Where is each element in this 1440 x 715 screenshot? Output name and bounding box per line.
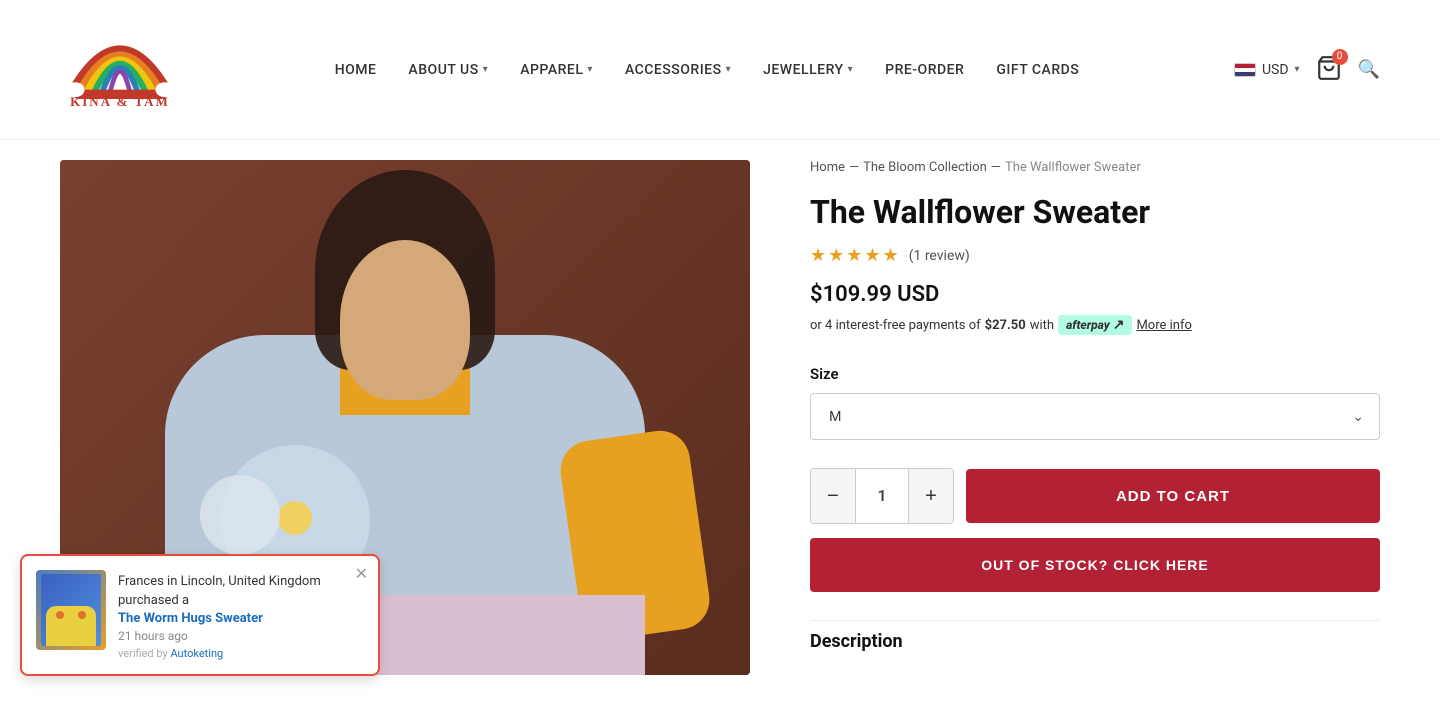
nav-accessories[interactable]: ACCESSORIES ▾ (625, 62, 731, 78)
quantity-value: 1 (855, 469, 909, 523)
star-rating: ★★★★★ (810, 245, 901, 266)
currency-label: USD (1262, 62, 1289, 78)
size-selector: XS S M L XL XXL ⌄ (810, 393, 1380, 440)
notification-footer: verified by Autoketing (118, 647, 364, 660)
product-details-column: Home — The Bloom Collection — The Wallfl… (810, 160, 1380, 675)
add-to-cart-row: − 1 + ADD TO CART (810, 468, 1380, 524)
size-label: Size (810, 365, 1380, 383)
nav-gift-cards[interactable]: GIFT CARDS (996, 62, 1079, 78)
notification-time: 21 hours ago (118, 629, 364, 643)
cart-button[interactable]: 0 (1316, 55, 1342, 85)
product-title: The Wallflower Sweater (810, 193, 1380, 231)
chevron-down-icon: ▾ (726, 64, 732, 75)
afterpay-text: or 4 interest-free payments of (810, 318, 981, 333)
chevron-down-icon: ▾ (848, 64, 854, 75)
quantity-decrease-button[interactable]: − (811, 469, 855, 523)
breadcrumb: Home — The Bloom Collection — The Wallfl… (810, 160, 1380, 175)
currency-selector[interactable]: USD ▾ (1234, 62, 1300, 78)
reviews-row: ★★★★★ (1 review) (810, 245, 1380, 266)
nav-apparel[interactable]: APPAREL ▾ (520, 62, 593, 78)
logo-text: KINA & TAM (70, 94, 170, 110)
quantity-control: − 1 + (810, 468, 954, 524)
nav-about-us[interactable]: ABOUT US ▾ (408, 62, 488, 78)
breadcrumb-home[interactable]: Home (810, 160, 845, 175)
nav-home[interactable]: HOME (335, 62, 377, 78)
description-heading: Description (810, 620, 1380, 652)
nav-pre-order[interactable]: PRE-ORDER (885, 62, 964, 78)
search-icon[interactable]: 🔍 (1358, 59, 1380, 80)
face (340, 240, 470, 400)
notification-product-thumbnail (36, 570, 106, 650)
notification-verified: verified (118, 647, 154, 660)
notification-close-button[interactable]: ✕ (355, 564, 368, 584)
breadcrumb-current: The Wallflower Sweater (1005, 160, 1141, 175)
purchase-notification: Frances in Lincoln, United Kingdom purch… (20, 554, 380, 676)
breadcrumb-collection[interactable]: The Bloom Collection (863, 160, 987, 175)
add-to-cart-button[interactable]: ADD TO CART (966, 469, 1380, 523)
breadcrumb-separator: — (849, 160, 859, 175)
afterpay-more-info[interactable]: More info (1136, 318, 1191, 333)
header-actions: USD ▾ 0 🔍 (1234, 55, 1380, 85)
breadcrumb-separator: — (991, 160, 1001, 175)
review-count: (1 review) (909, 248, 970, 264)
notification-content: Frances in Lincoln, United Kingdom purch… (118, 570, 364, 660)
out-of-stock-button[interactable]: OUT OF STOCK? CLICK HERE (810, 538, 1380, 592)
main-nav: HOME ABOUT US ▾ APPAREL ▾ ACCESSORIES ▾ … (335, 62, 1080, 78)
nav-jewellery[interactable]: JEWELLERY ▾ (763, 62, 853, 78)
chevron-down-icon: ▾ (587, 64, 593, 75)
site-logo[interactable]: KINA & TAM (60, 29, 180, 110)
flower-small (200, 475, 280, 555)
chevron-down-icon: ▾ (1295, 64, 1300, 75)
chevron-down-icon: ▾ (483, 64, 489, 75)
site-header: KINA & TAM HOME ABOUT US ▾ APPAREL ▾ ACC… (0, 0, 1440, 140)
flag-icon (1234, 63, 1256, 77)
notification-autoketing-link[interactable]: Autoketing (170, 647, 223, 660)
quantity-increase-button[interactable]: + (909, 469, 953, 523)
afterpay-with: with (1030, 318, 1054, 333)
size-select[interactable]: XS S M L XL XXL (810, 393, 1380, 440)
notification-person: Frances in Lincoln, United Kingdom (118, 574, 321, 589)
notification-action-text: purchased a (118, 593, 189, 608)
product-price: $109.99 USD (810, 282, 1380, 307)
notification-product-link[interactable]: The Worm Hugs Sweater (118, 611, 364, 626)
logo-rainbow-icon (60, 29, 180, 99)
afterpay-badge: afterpay ↗ (1058, 315, 1132, 335)
afterpay-amount: $27.50 (985, 318, 1026, 333)
flower-center (278, 501, 312, 535)
cart-badge: 0 (1332, 49, 1348, 65)
afterpay-row: or 4 interest-free payments of $27.50 wi… (810, 315, 1380, 335)
